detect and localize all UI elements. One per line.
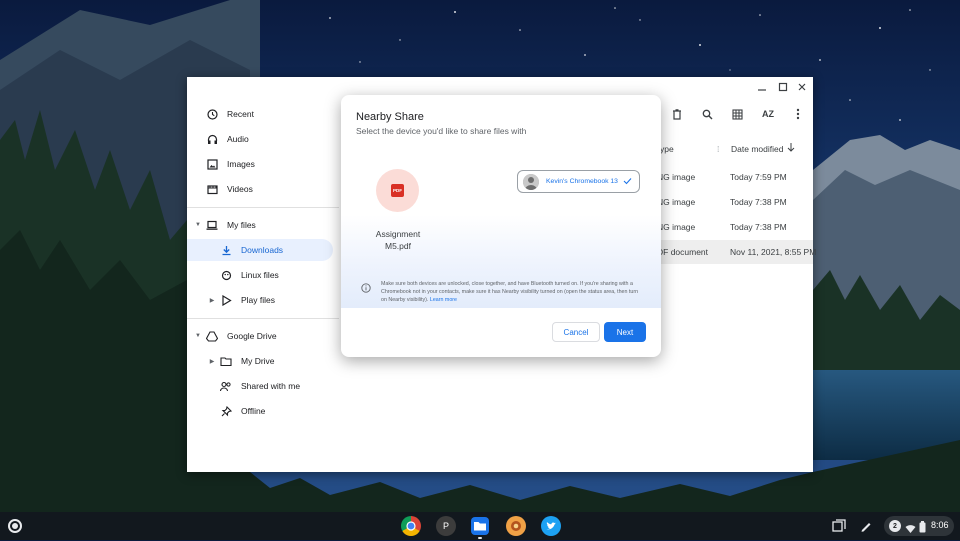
image-icon	[205, 157, 219, 171]
dialog-subtitle: Select the device you'd like to share fi…	[356, 126, 527, 136]
twitter-app-icon[interactable]	[541, 516, 561, 536]
file-row-selected[interactable]: DF document Nov 11, 2021, 8:55 PM	[657, 240, 817, 264]
sidebar-item-label: Play files	[241, 295, 276, 305]
search-icon[interactable]	[698, 105, 716, 123]
sidebar-item-label: Linux files	[241, 270, 279, 280]
chrome-app-icon[interactable]	[401, 516, 421, 536]
info-icon	[361, 280, 371, 293]
file-row[interactable]: NG image Today 7:38 PM	[657, 215, 813, 239]
sidebar-item-play-files[interactable]: Play files	[219, 289, 275, 311]
delete-icon[interactable]	[668, 105, 686, 123]
next-button[interactable]: Next	[604, 322, 646, 342]
expand-caret-icon[interactable]: ▶	[208, 357, 216, 365]
battery-icon	[919, 520, 926, 538]
sidebar-item-label: Videos	[227, 184, 253, 194]
file-type: NG image	[657, 172, 696, 182]
download-icon	[219, 243, 233, 257]
sidebar-item-label: My Drive	[241, 356, 275, 366]
pdf-icon: PDF	[391, 184, 404, 197]
sidebar-item-videos[interactable]: Videos	[205, 178, 253, 200]
sidebar-item-label: Google Drive	[227, 331, 277, 341]
device-option[interactable]: Kevin's Chromebook 13	[517, 170, 640, 193]
column-header-date-modified[interactable]: Date modified	[731, 144, 783, 154]
sidebar-item-my-files[interactable]: My files	[205, 214, 256, 236]
penguin-icon	[219, 268, 233, 282]
file-date: Today 7:38 PM	[730, 222, 787, 232]
sidebar-item-recent[interactable]: Recent	[205, 103, 254, 125]
learn-more-link[interactable]: Learn more	[430, 297, 457, 303]
sidebar-item-label: Shared with me	[241, 381, 301, 391]
nearby-share-dialog: Nearby Share Select the device you'd lik…	[341, 95, 661, 357]
stylus-icon[interactable]	[857, 517, 875, 535]
file-preview: PDF	[376, 169, 419, 212]
sidebar-divider	[187, 318, 339, 319]
film-icon	[205, 182, 219, 196]
folder-drive-icon	[219, 354, 233, 368]
file-date: Today 7:38 PM	[730, 197, 787, 207]
expand-caret-icon[interactable]: ▶	[208, 296, 216, 304]
sidebar-item-offline[interactable]: Offline	[219, 400, 265, 422]
sidebar-item-audio[interactable]: Audio	[205, 128, 249, 150]
sidebar-item-google-drive[interactable]: Google Drive	[205, 325, 277, 347]
notification-count-badge: 2	[889, 520, 901, 532]
sidebar-item-label: Audio	[227, 134, 249, 144]
file-name-line: M5.pdf	[385, 241, 411, 251]
overview-icon[interactable]	[830, 517, 848, 535]
file-date: Today 7:59 PM	[730, 172, 787, 182]
file-row[interactable]: NG image Today 7:38 PM	[657, 190, 813, 214]
file-name-line: Assignment	[375, 229, 421, 239]
sidebar: Recent Audio Images Videos ▼ My files Do…	[187, 102, 347, 472]
more-options-icon[interactable]	[789, 105, 807, 123]
shelf: P 2 8:06	[0, 512, 960, 540]
close-icon[interactable]	[795, 80, 809, 94]
wifi-icon	[905, 521, 916, 539]
pin-icon	[219, 404, 233, 418]
sidebar-item-label: Images	[227, 159, 255, 169]
file-date: Nov 11, 2021, 8:55 PM	[730, 247, 817, 257]
cancel-button[interactable]: Cancel	[552, 322, 600, 342]
help-text: Make sure both devices are unlocked, clo…	[381, 281, 639, 303]
maximize-icon[interactable]	[776, 80, 790, 94]
drive-icon	[205, 329, 219, 343]
launcher-button[interactable]	[8, 519, 22, 533]
profile-app-icon[interactable]: P	[436, 516, 456, 536]
sidebar-item-label: Downloads	[241, 245, 284, 255]
sidebar-item-linux-files[interactable]: Linux files	[219, 264, 279, 286]
minimize-icon[interactable]	[755, 80, 769, 94]
column-resize-handle[interactable]: ⁞	[717, 144, 719, 154]
column-header-type[interactable]: ype	[660, 144, 674, 154]
sort-button[interactable]: AZ	[759, 105, 777, 123]
clock-icon	[205, 107, 219, 121]
avatar	[523, 173, 539, 190]
visibility-help-text: Make sure both devices are unlocked, clo…	[381, 280, 641, 304]
check-icon	[623, 177, 632, 187]
sidebar-item-my-drive[interactable]: My Drive	[219, 350, 275, 372]
files-app-icon[interactable]	[471, 517, 489, 535]
people-icon	[219, 379, 233, 393]
sidebar-divider	[187, 207, 339, 208]
file-type: NG image	[657, 197, 696, 207]
sidebar-item-images[interactable]: Images	[205, 153, 255, 175]
file-type: DF document	[657, 247, 709, 257]
app-icon[interactable]	[506, 516, 526, 536]
sidebar-item-label: Recent	[227, 109, 254, 119]
expand-caret-icon[interactable]: ▼	[194, 221, 202, 229]
running-indicator	[478, 537, 482, 539]
sidebar-item-downloads[interactable]: Downloads	[187, 239, 333, 261]
file-row[interactable]: NG image Today 7:59 PM	[657, 165, 813, 189]
clock: 8:06	[931, 520, 949, 530]
play-store-icon	[219, 293, 233, 307]
headphones-icon	[205, 132, 219, 146]
file-name: Assignment M5.pdf	[361, 228, 435, 252]
sidebar-item-shared-with-me[interactable]: Shared with me	[219, 375, 300, 397]
dialog-title: Nearby Share	[356, 111, 424, 123]
laptop-icon	[205, 218, 219, 232]
sidebar-item-label: My files	[227, 220, 256, 230]
grid-view-icon[interactable]	[728, 105, 746, 123]
expand-caret-icon[interactable]: ▼	[194, 332, 202, 340]
file-type: NG image	[657, 222, 696, 232]
sort-descending-icon[interactable]	[787, 142, 795, 154]
device-name: Kevin's Chromebook 13	[546, 178, 618, 185]
sidebar-item-label: Offline	[241, 406, 266, 416]
